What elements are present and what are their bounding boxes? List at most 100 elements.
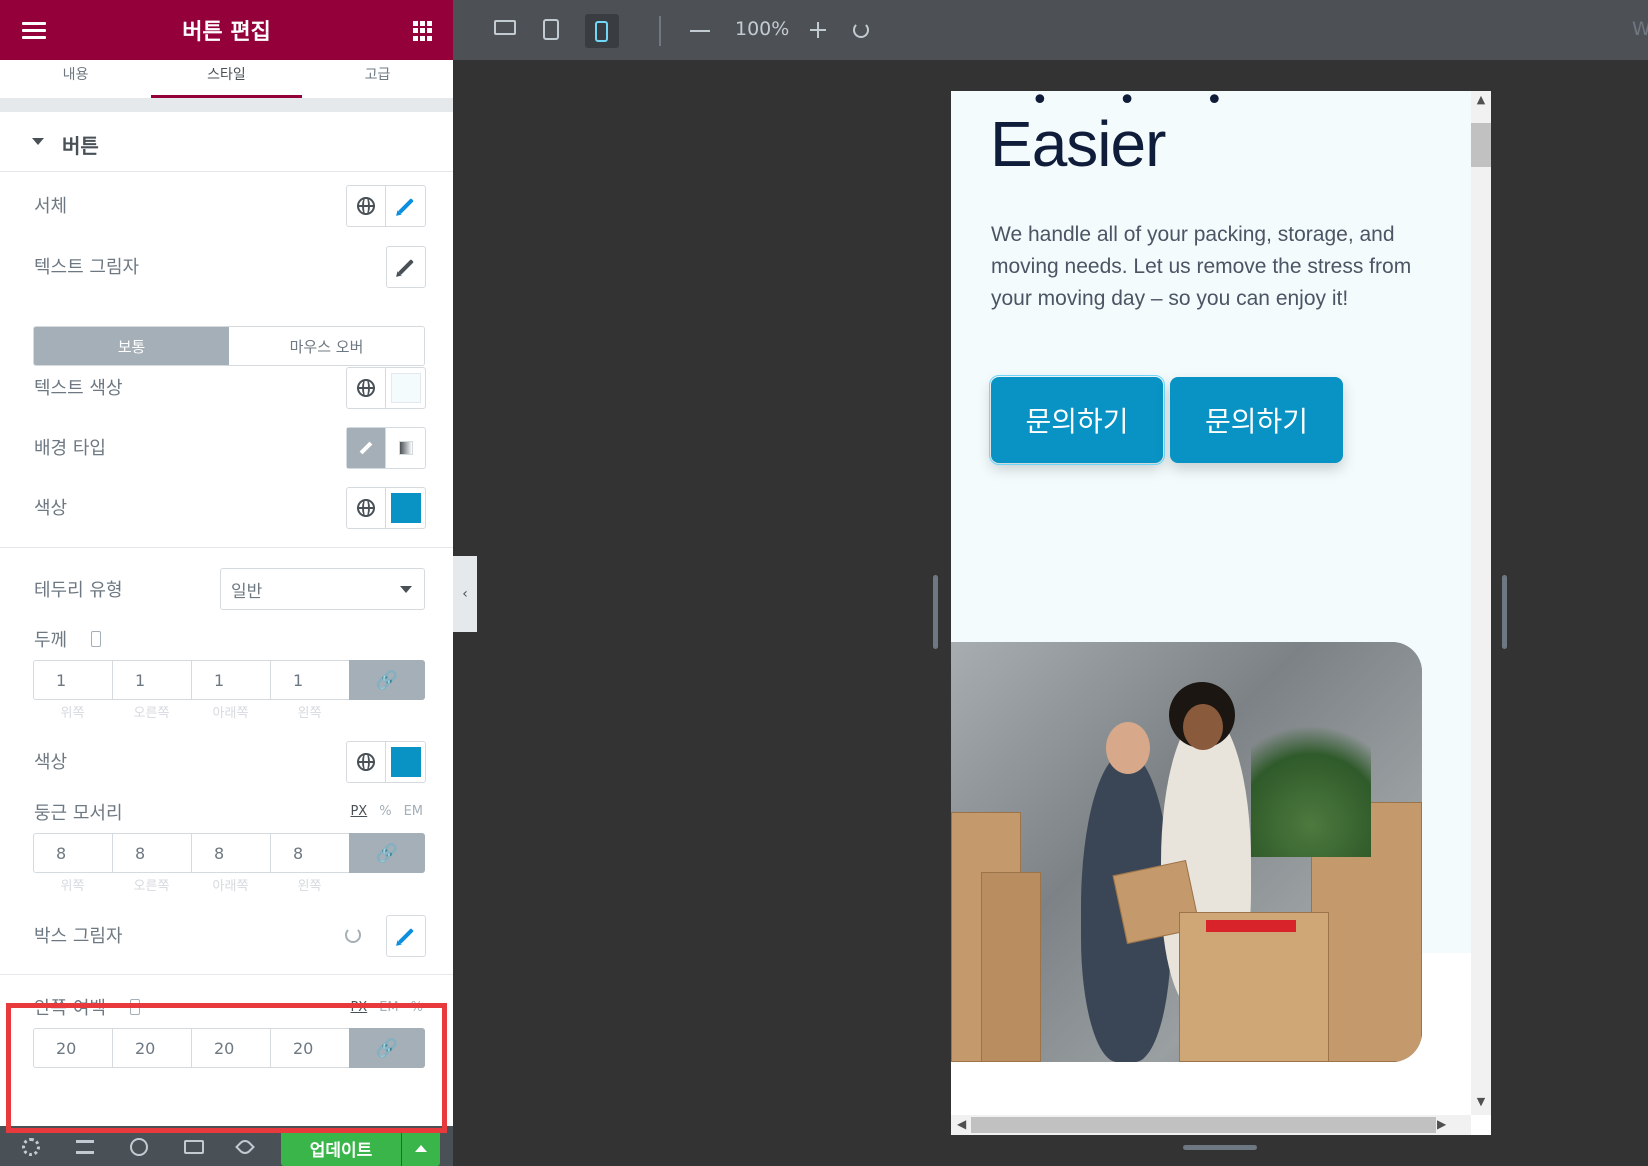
section-button-header[interactable]: 버튼 bbox=[0, 112, 453, 172]
scroll-up-icon[interactable]: ▲ bbox=[1471, 93, 1491, 111]
photo-box-front bbox=[1179, 912, 1329, 1062]
horizontal-scrollbar[interactable]: ◀ ▶ bbox=[951, 1115, 1471, 1135]
edit-text-shadow-button[interactable] bbox=[386, 246, 426, 288]
state-hover-tab[interactable]: 마우스 오버 bbox=[229, 327, 424, 365]
toolbar-separator bbox=[659, 16, 661, 46]
global-color-button[interactable] bbox=[347, 368, 387, 408]
bg-gradient-button[interactable] bbox=[386, 428, 425, 468]
panel-header: 버튼 편집 bbox=[0, 0, 453, 60]
vertical-scrollbar[interactable]: ▲ ▼ bbox=[1471, 91, 1491, 1115]
layers-icon[interactable] bbox=[76, 1140, 94, 1154]
border-width-left[interactable]: 1 bbox=[270, 660, 349, 700]
toolbar-overflow-text: W bbox=[1632, 18, 1648, 40]
text-color-controls bbox=[346, 367, 426, 409]
border-type-value: 일반 bbox=[231, 582, 263, 602]
pencil-icon bbox=[398, 928, 414, 944]
globe-icon bbox=[357, 753, 375, 771]
scroll-right-icon[interactable]: ▶ bbox=[1437, 1117, 1446, 1131]
mobile-device-icon[interactable] bbox=[91, 631, 101, 647]
text-color-picker[interactable] bbox=[386, 368, 425, 408]
brush-icon bbox=[359, 441, 373, 455]
bg-classic-button[interactable] bbox=[347, 428, 387, 468]
panel-tabs: 내용 스타일 고급 bbox=[0, 60, 453, 98]
tablet-view-icon[interactable] bbox=[543, 19, 559, 40]
global-bg-color-button[interactable] bbox=[347, 488, 387, 528]
border-color-label: 색상 bbox=[34, 752, 68, 773]
background-type-controls bbox=[346, 427, 426, 469]
radius-top[interactable]: 8 bbox=[33, 833, 112, 873]
scroll-left-icon[interactable]: ◀ bbox=[957, 1117, 966, 1131]
tab-content[interactable]: 내용 bbox=[0, 60, 151, 98]
link-values-icon[interactable]: 🔗 bbox=[349, 833, 425, 873]
tab-style[interactable]: 스타일 bbox=[151, 60, 302, 98]
typography-controls bbox=[346, 185, 426, 227]
resize-handle-right[interactable] bbox=[1502, 575, 1507, 649]
horizontal-scroll-thumb[interactable] bbox=[971, 1117, 1436, 1133]
border-type-select[interactable]: 일반 bbox=[220, 568, 425, 610]
unit-percent[interactable]: % bbox=[379, 804, 391, 819]
state-normal-tab[interactable]: 보통 bbox=[34, 327, 229, 365]
collapse-panel-button[interactable]: ‹ bbox=[453, 556, 477, 632]
global-border-color-button[interactable] bbox=[347, 742, 387, 782]
cta-button-secondary[interactable]: 문의하기 bbox=[1170, 377, 1343, 463]
chevron-left-icon: ‹ bbox=[462, 586, 468, 602]
radius-left[interactable]: 8 bbox=[270, 833, 349, 873]
update-button[interactable]: 업데이트 bbox=[281, 1130, 401, 1166]
typography-label: 서체 bbox=[34, 196, 68, 217]
pencil-icon bbox=[397, 198, 414, 214]
style-controls: 버튼 서체 텍스트 그림자 보통 마우스 오버 텍스트 색상 배경 타입 색상 … bbox=[0, 112, 453, 1126]
side-label-right: 오른쪽 bbox=[133, 706, 170, 721]
cta-button-primary[interactable]: 문의하기 bbox=[989, 375, 1165, 465]
globe-icon bbox=[357, 379, 375, 397]
border-color-picker[interactable] bbox=[386, 742, 425, 782]
border-width-top[interactable]: 1 bbox=[33, 660, 112, 700]
border-width-bottom[interactable]: 1 bbox=[191, 660, 270, 700]
global-typography-button[interactable] bbox=[347, 186, 387, 226]
resize-handle-bottom[interactable] bbox=[1183, 1145, 1257, 1150]
editor-panel: 버튼 편집 내용 스타일 고급 버튼 서체 텍스트 그림자 보통 마우스 오버 … bbox=[0, 0, 453, 1166]
gradient-icon bbox=[398, 441, 413, 455]
hero-photo bbox=[951, 642, 1422, 1062]
reset-icon[interactable] bbox=[345, 927, 361, 943]
border-width-label: 두께 bbox=[34, 630, 68, 651]
side-label-bottom: 아래쪽 bbox=[212, 706, 249, 721]
zoom-out-icon[interactable] bbox=[690, 30, 710, 32]
photo-red-tape bbox=[1206, 920, 1296, 932]
history-icon[interactable] bbox=[130, 1138, 148, 1156]
mobile-view-button[interactable] bbox=[585, 14, 619, 48]
preview-eye-icon[interactable] bbox=[235, 1137, 255, 1157]
side-label-top: 위쪽 bbox=[60, 879, 85, 894]
hero-paragraph: We handle all of your packing, storage, … bbox=[991, 223, 1412, 310]
desktop-view-icon[interactable] bbox=[494, 20, 516, 35]
scroll-down-icon[interactable]: ▼ bbox=[1471, 1095, 1491, 1113]
background-color-controls bbox=[346, 487, 426, 529]
highlight-box bbox=[6, 1003, 447, 1133]
resize-handle-left[interactable] bbox=[933, 575, 938, 649]
border-width-inputs: 1 1 1 1 🔗 bbox=[33, 660, 425, 700]
mobile-view-icon bbox=[595, 21, 608, 42]
settings-gear-icon[interactable] bbox=[22, 1138, 40, 1156]
responsive-mode-icon[interactable] bbox=[184, 1140, 204, 1154]
bg-color-picker[interactable] bbox=[386, 488, 425, 528]
vertical-scroll-thumb[interactable] bbox=[1471, 123, 1491, 167]
border-width-right[interactable]: 1 bbox=[112, 660, 191, 700]
border-radius-label: 둥근 모서리 bbox=[34, 803, 123, 824]
reset-zoom-icon[interactable] bbox=[853, 22, 869, 38]
unit-em[interactable]: EM bbox=[404, 804, 423, 819]
background-color-label: 색상 bbox=[34, 498, 68, 519]
border-type-label: 테두리 유형 bbox=[34, 580, 123, 601]
tab-advanced[interactable]: 고급 bbox=[302, 60, 453, 98]
edit-typography-button[interactable] bbox=[386, 186, 425, 226]
unit-px[interactable]: PX bbox=[350, 804, 367, 819]
side-label-bottom: 아래쪽 bbox=[212, 879, 249, 894]
radius-bottom[interactable]: 8 bbox=[191, 833, 270, 873]
photo-face-left bbox=[1106, 722, 1150, 774]
side-label-right: 오른쪽 bbox=[133, 879, 170, 894]
save-options-button[interactable] bbox=[402, 1130, 440, 1166]
widgets-grid-icon[interactable] bbox=[413, 21, 433, 41]
radius-right[interactable]: 8 bbox=[112, 833, 191, 873]
border-radius-inputs: 8 8 8 8 🔗 bbox=[33, 833, 425, 873]
edit-box-shadow-button[interactable] bbox=[386, 915, 426, 957]
link-values-icon[interactable]: 🔗 bbox=[349, 660, 425, 700]
pencil-icon bbox=[398, 259, 414, 275]
